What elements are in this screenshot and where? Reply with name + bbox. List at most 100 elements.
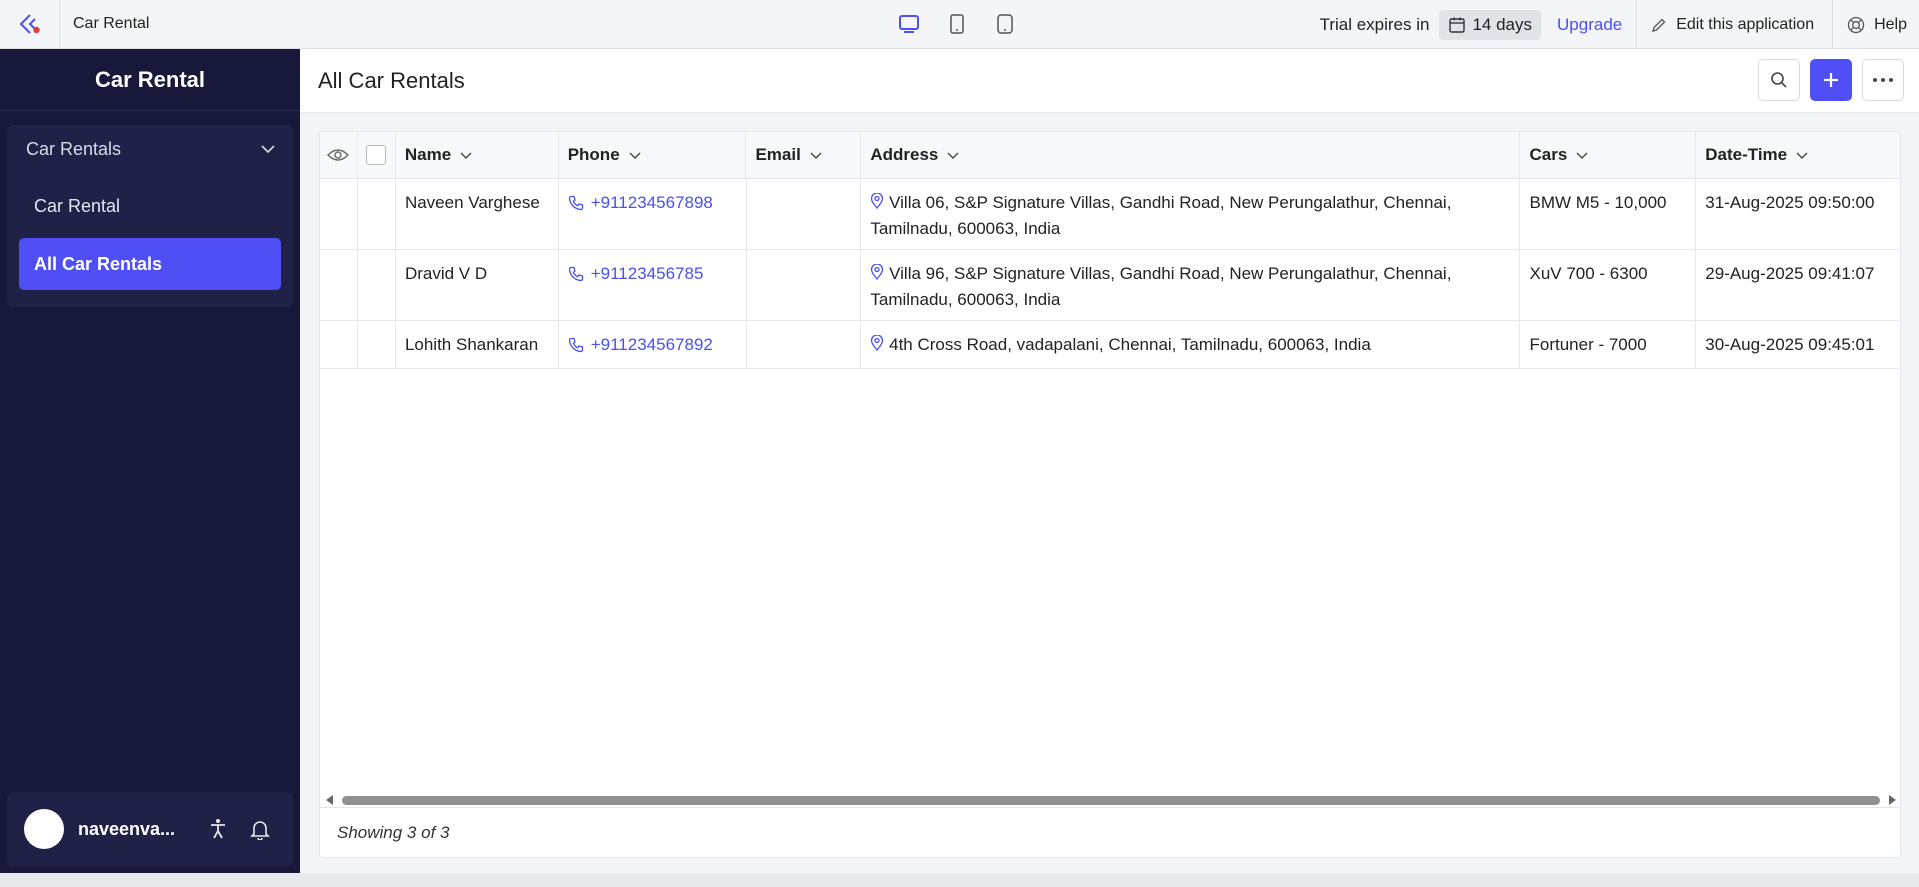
scroll-left-icon[interactable] xyxy=(325,795,335,805)
cell-address: 4th Cross Road, vadapalani, Chennai, Tam… xyxy=(861,321,1521,368)
row-view-cell[interactable] xyxy=(320,250,358,320)
upgrade-link[interactable]: Upgrade xyxy=(1557,15,1622,35)
address-text: Villa 96, S&P Signature Villas, Gandhi R… xyxy=(870,264,1452,309)
edit-application-button[interactable]: Edit this application xyxy=(1637,16,1832,34)
nav-group-header[interactable]: Car Rentals xyxy=(7,125,293,173)
accessibility-icon[interactable] xyxy=(208,818,228,840)
bottom-strip xyxy=(0,873,1919,887)
phone-number: +91123456785 xyxy=(590,264,704,283)
table-row[interactable]: Lohith Shankaran +911234567892 4th Cross… xyxy=(320,321,1900,369)
cell-name: Dravid V D xyxy=(396,250,559,320)
table-header: Name Phone Email Address Cars Date-Time xyxy=(320,132,1900,179)
main-content: All Car Rentals Name Phone Email Address… xyxy=(300,49,1919,873)
horizontal-scrollbar[interactable] xyxy=(320,793,1900,807)
scrollbar-thumb[interactable] xyxy=(342,796,1880,805)
records-table: Name Phone Email Address Cars Date-Time xyxy=(319,131,1901,858)
column-label: Cars xyxy=(1529,145,1568,164)
phone-link[interactable]: +911234567898 xyxy=(568,190,737,216)
sidebar-item-all-car-rentals[interactable]: All Car Rentals xyxy=(19,238,281,290)
scroll-right-icon[interactable] xyxy=(1887,795,1897,805)
cell-address: Villa 06, S&P Signature Villas, Gandhi R… xyxy=(861,179,1521,249)
row-view-cell[interactable] xyxy=(320,179,358,249)
row-select-cell[interactable] xyxy=(358,179,396,249)
avatar[interactable] xyxy=(24,809,64,849)
cell-cars: XuV 700 - 6300 xyxy=(1520,250,1697,320)
cell-phone: +911234567898 xyxy=(559,179,747,249)
eye-icon xyxy=(327,149,350,161)
trial-label: Trial expires in xyxy=(1319,14,1430,34)
select-all-checkbox[interactable] xyxy=(366,145,387,165)
phone-number: +911234567898 xyxy=(590,193,713,212)
column-label: Date-Time xyxy=(1705,145,1788,164)
sidebar-item-label: All Car Rentals xyxy=(34,253,163,274)
bell-icon[interactable] xyxy=(250,818,270,840)
help-lifebuoy-icon xyxy=(1847,16,1865,33)
phone-link[interactable]: +91123456785 xyxy=(568,261,737,287)
add-record-button[interactable] xyxy=(1810,59,1852,101)
column-header-cars[interactable]: Cars xyxy=(1520,132,1697,178)
help-label: Help xyxy=(1874,15,1907,33)
trial-days-badge: 14 days xyxy=(1439,9,1542,40)
column-header-name[interactable]: Name xyxy=(396,132,559,178)
location-pin-icon xyxy=(871,334,884,352)
desktop-view-icon[interactable] xyxy=(895,10,923,38)
more-options-button[interactable] xyxy=(1862,59,1904,101)
column-header-email[interactable]: Email xyxy=(746,132,862,178)
top-bar: Car Rental Trial expires in 14 days Upgr… xyxy=(0,0,1919,49)
select-all-checkbox-cell xyxy=(358,132,396,178)
column-header-date-time[interactable]: Date-Time xyxy=(1696,132,1900,178)
edit-application-label: Edit this application xyxy=(1676,15,1815,33)
view-column-header[interactable] xyxy=(320,132,358,178)
row-view-cell[interactable] xyxy=(320,321,358,368)
tablet-view-icon[interactable] xyxy=(943,10,971,38)
phone-icon xyxy=(568,337,583,353)
sidebar-item-car-rental[interactable]: Car Rental xyxy=(19,180,281,232)
app-logo-icon[interactable] xyxy=(0,0,60,49)
row-select-cell[interactable] xyxy=(358,250,396,320)
cell-name: Lohith Shankaran xyxy=(396,321,559,368)
trial-days-value: 14 days xyxy=(1472,14,1533,34)
phone-icon xyxy=(568,266,583,282)
cell-phone: +911234567892 xyxy=(559,321,747,368)
calendar-icon xyxy=(1449,17,1466,33)
phone-number: +911234567892 xyxy=(590,335,713,354)
cell-email xyxy=(747,179,862,249)
pencil-icon xyxy=(1652,18,1666,32)
location-pin-icon xyxy=(871,192,884,210)
chevron-down-icon xyxy=(629,152,641,159)
nav-group-label: Car Rentals xyxy=(26,138,122,159)
search-button[interactable] xyxy=(1758,59,1800,101)
row-select-cell[interactable] xyxy=(358,321,396,368)
sidebar: Car Rental Car Rentals Car Rental All Ca… xyxy=(0,49,300,873)
chevron-down-icon xyxy=(810,152,822,159)
phone-icon xyxy=(568,195,583,211)
chevron-down-icon xyxy=(460,152,472,159)
device-preview-switcher xyxy=(895,10,1019,38)
cell-address: Villa 96, S&P Signature Villas, Gandhi R… xyxy=(861,250,1521,320)
address-text: Villa 06, S&P Signature Villas, Gandhi R… xyxy=(870,193,1452,238)
search-icon xyxy=(1771,72,1787,88)
phone-link[interactable]: +911234567892 xyxy=(568,332,737,358)
plus-icon xyxy=(1824,73,1838,87)
column-label: Phone xyxy=(567,145,620,164)
location-pin-icon xyxy=(871,263,884,281)
cell-cars: BMW M5 - 10,000 xyxy=(1520,179,1697,249)
table-row[interactable]: Dravid V D +91123456785 Villa 96, S&P Si… xyxy=(320,250,1900,321)
user-name[interactable]: naveenva... xyxy=(78,819,188,840)
cell-date-time: 29-Aug-2025 09:41:07 xyxy=(1705,264,1875,283)
help-button[interactable]: Help xyxy=(1833,16,1919,34)
page-title: All Car Rentals xyxy=(318,67,465,93)
chevron-down-icon xyxy=(261,145,275,154)
cell-cars: Fortuner - 7000 xyxy=(1520,321,1697,368)
cell-name: Naveen Varghese xyxy=(396,179,559,249)
table-row[interactable]: Naveen Varghese +911234567898 Villa 06, … xyxy=(320,179,1900,250)
column-label: Email xyxy=(755,145,801,164)
address-text: 4th Cross Road, vadapalani, Chennai, Tam… xyxy=(889,335,1371,354)
cell-date-time: 31-Aug-2025 09:50:00 xyxy=(1705,193,1875,212)
column-header-address[interactable]: Address xyxy=(861,132,1521,178)
nav-group-car-rentals: Car Rentals Car Rental All Car Rentals xyxy=(7,125,293,307)
chevron-down-icon xyxy=(947,152,959,159)
mobile-view-icon[interactable] xyxy=(991,10,1019,38)
column-label: Name xyxy=(404,145,452,164)
column-header-phone[interactable]: Phone xyxy=(559,132,747,178)
